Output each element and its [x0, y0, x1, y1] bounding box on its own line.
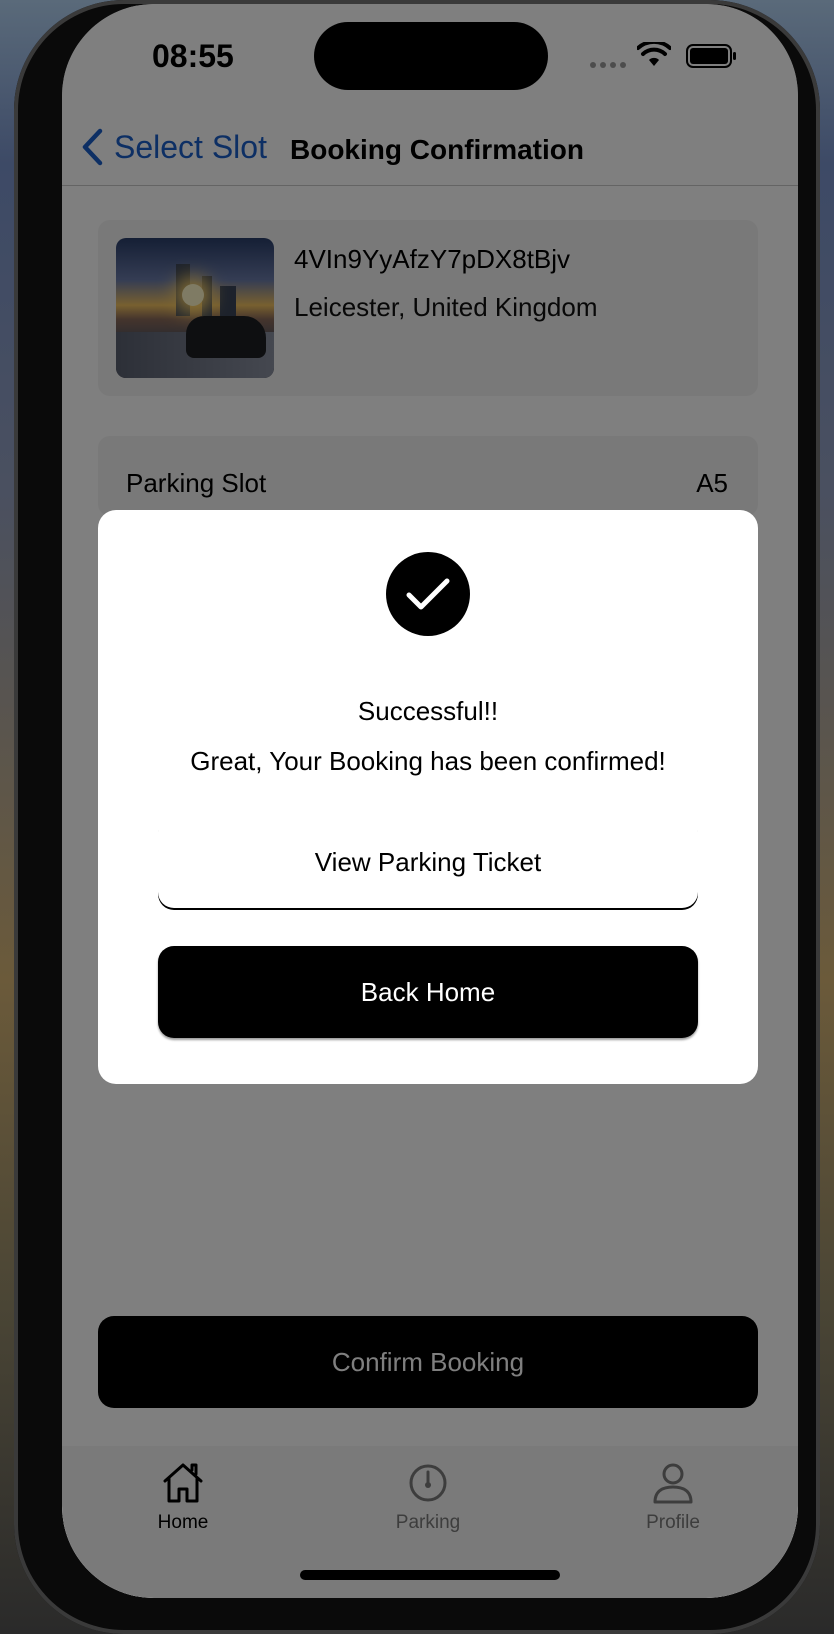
success-message: Great, Your Booking has been confirmed! [190, 746, 666, 776]
app-screen: 08:55 Select Slot Booking Confirmati [62, 4, 798, 1598]
booking-success-dialog: Successful!! Great, Your Booking has bee… [98, 510, 758, 1084]
phone-frame: 08:55 Select Slot Booking Confirmati [14, 0, 820, 1634]
success-title: Successful!! [357, 696, 499, 726]
view-parking-ticket-button[interactable]: View Parking Ticket [158, 816, 698, 908]
checkmark-circle-icon [386, 552, 470, 636]
back-home-button[interactable]: Back Home [158, 946, 698, 1038]
